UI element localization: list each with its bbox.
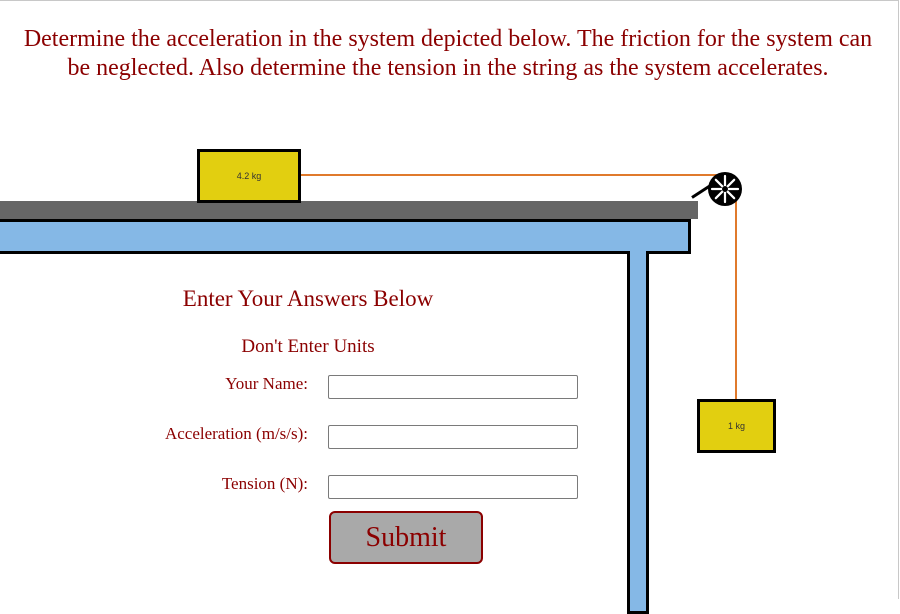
form-heading: Enter Your Answers Below xyxy=(182,286,434,311)
table-block: 4.2 kg xyxy=(197,149,301,203)
form-subheading: Don't Enter Units xyxy=(241,336,375,357)
table-leg xyxy=(627,251,649,614)
submit-button[interactable]: Submit xyxy=(329,511,483,564)
acceleration-input[interactable] xyxy=(328,425,578,449)
hanging-block-mass-label: 1 kg xyxy=(727,421,745,431)
pulley-icon xyxy=(708,172,742,206)
name-input[interactable] xyxy=(328,375,578,399)
name-label: Your Name: xyxy=(225,374,308,393)
problem-statement: Determine the acceleration in the system… xyxy=(23,26,873,81)
hanging-block: 1 kg xyxy=(697,399,776,453)
tension-input[interactable] xyxy=(328,475,578,499)
tension-label: Tension (N): xyxy=(221,474,308,493)
table-top xyxy=(0,219,691,254)
table-block-mass-label: 4.2 kg xyxy=(236,171,262,181)
string-horizontal xyxy=(301,174,725,176)
acceleration-label: Acceleration (m/s/s): xyxy=(164,424,308,443)
table-surface xyxy=(0,201,698,219)
string-vertical xyxy=(735,189,737,399)
